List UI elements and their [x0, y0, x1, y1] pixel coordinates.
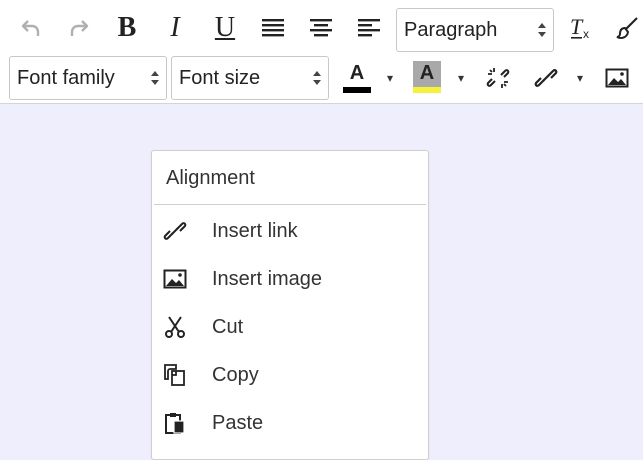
menu-item-label: Cut — [212, 315, 244, 338]
bold-icon: B — [117, 12, 137, 43]
menu-item-insert-link[interactable]: Insert link — [152, 207, 428, 255]
paste-icon — [162, 410, 188, 436]
text-color-icon: A — [342, 61, 372, 95]
bold-button[interactable]: B — [110, 4, 144, 52]
select-arrows-icon — [537, 20, 547, 40]
svg-text:T: T — [570, 15, 584, 39]
block-format-select[interactable]: Paragraph — [396, 8, 554, 52]
undo-button[interactable] — [14, 4, 48, 52]
font-size-select[interactable]: Font size — [171, 56, 329, 100]
text-color-button[interactable]: A — [340, 54, 374, 102]
font-size-value: Font size — [179, 66, 261, 89]
context-menu: Alignment Insert link Insert image Cut C… — [151, 150, 429, 460]
select-arrows-icon — [312, 68, 322, 88]
svg-text:x: x — [583, 27, 589, 41]
background-color-glyph: A — [419, 62, 435, 84]
link-icon — [162, 218, 188, 244]
redo-button[interactable] — [62, 4, 96, 52]
menu-item-cut[interactable]: Cut — [152, 303, 428, 351]
redo-icon — [68, 17, 90, 39]
menu-item-insert-image[interactable]: Insert image — [152, 255, 428, 303]
image-icon — [162, 266, 188, 292]
unlink-icon — [485, 65, 511, 91]
copy-icon — [162, 362, 188, 388]
background-color-swatch — [413, 87, 441, 93]
underline-icon: U — [214, 12, 236, 43]
undo-icon — [20, 17, 42, 39]
align-justify-button[interactable] — [256, 4, 290, 52]
scissors-icon — [162, 314, 188, 340]
menu-item-label: Copy — [212, 363, 259, 386]
text-color-dropdown[interactable]: ▾ — [382, 54, 398, 102]
menu-item-copy[interactable]: Copy — [152, 351, 428, 399]
menu-item-label: Insert link — [212, 219, 298, 242]
underline-button[interactable]: U — [208, 4, 242, 52]
unlink-button[interactable] — [481, 54, 515, 102]
toolbar-row-2: Font family Font size A ▾ A ▾ ▾ — [0, 54, 643, 102]
align-left-button[interactable] — [352, 4, 386, 52]
menu-item-paste[interactable]: Paste — [152, 399, 428, 447]
menu-item-label: Paste — [212, 411, 264, 434]
clear-formatting-icon: T x — [568, 15, 594, 41]
image-icon — [605, 67, 629, 89]
menu-item-label: Insert image — [212, 267, 323, 290]
align-center-icon — [309, 18, 333, 38]
align-justify-icon — [261, 18, 285, 38]
align-center-button[interactable] — [304, 4, 338, 52]
link-icon — [533, 65, 559, 91]
select-arrows-icon — [150, 68, 160, 88]
format-painter-button[interactable] — [610, 4, 643, 52]
block-format-value: Paragraph — [404, 18, 498, 41]
italic-button[interactable]: I — [158, 4, 192, 52]
link-button[interactable] — [529, 54, 563, 102]
editor-toolbar: B I U Paragraph T x Font family Font siz… — [0, 0, 643, 104]
brush-icon — [615, 16, 639, 40]
text-color-glyph: A — [349, 62, 365, 84]
menu-divider — [154, 204, 426, 205]
background-color-button[interactable]: A — [410, 54, 444, 102]
background-color-icon: A — [412, 61, 442, 95]
background-color-dropdown[interactable]: ▾ — [453, 54, 469, 102]
font-family-value: Font family — [17, 66, 115, 89]
font-family-select[interactable]: Font family — [9, 56, 167, 100]
toolbar-row-1: B I U Paragraph T x — [0, 4, 643, 54]
image-button[interactable] — [600, 54, 634, 102]
align-left-icon — [357, 18, 381, 38]
italic-icon: I — [170, 12, 180, 43]
link-dropdown[interactable]: ▾ — [572, 54, 588, 102]
clear-formatting-button[interactable]: T x — [564, 4, 598, 52]
context-menu-header: Alignment — [166, 167, 255, 189]
text-color-swatch — [343, 87, 371, 93]
